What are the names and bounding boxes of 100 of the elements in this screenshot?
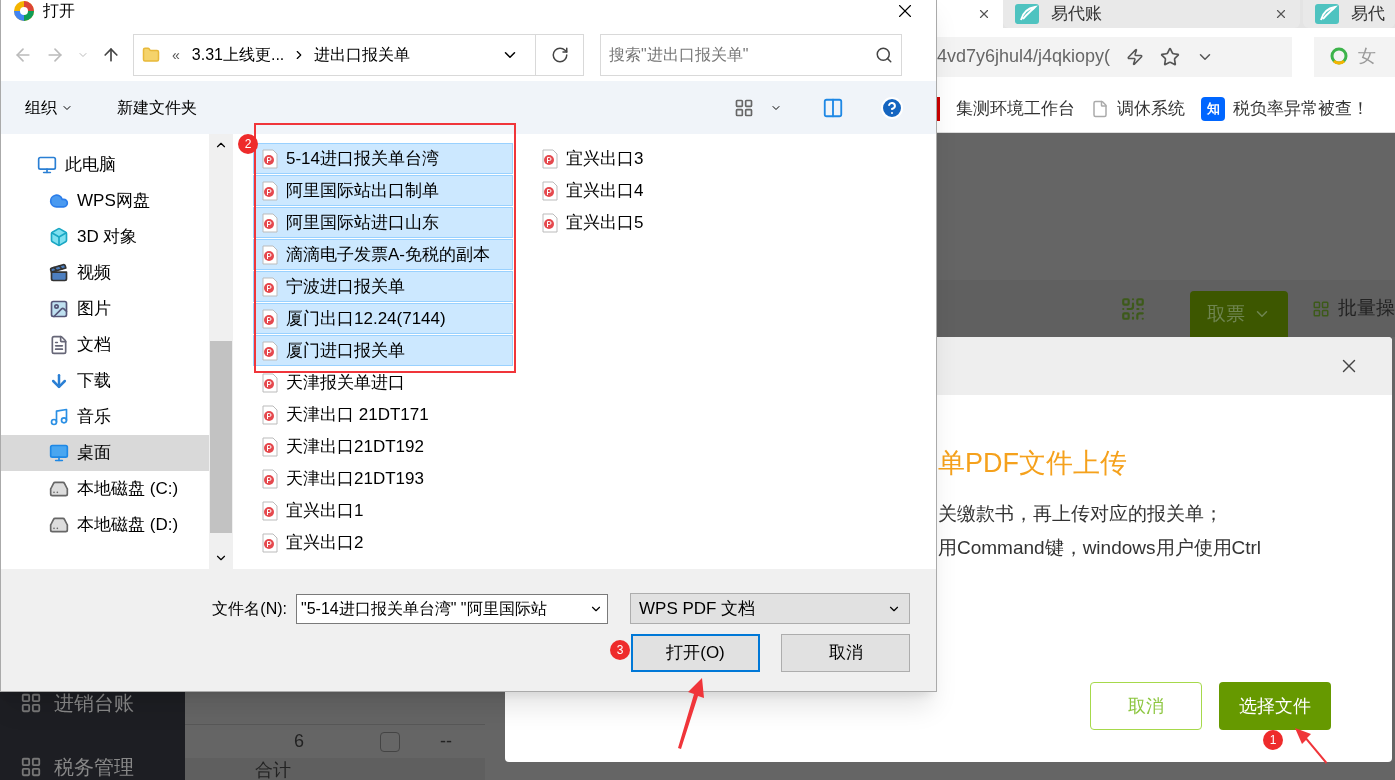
instruction-text: 用Command键，windows用户使用Ctrl <box>938 535 1263 560</box>
search-engine-logo-icon <box>1330 46 1350 67</box>
filename-label: 文件名(N): <box>211 598 288 619</box>
file-item[interactable]: 5-14进口报关单台湾 <box>253 143 513 174</box>
file-item[interactable]: 阿里国际站出口制单 <box>253 175 513 206</box>
close-tab-icon[interactable] <box>1274 7 1288 21</box>
cloud-icon <box>49 191 69 211</box>
arrow-annotation <box>1292 726 1328 766</box>
document-icon <box>49 335 69 355</box>
download-icon <box>49 371 69 391</box>
file-item[interactable]: 厦门进口报关单 <box>253 335 513 366</box>
open-button[interactable]: 打开(O) <box>631 634 760 672</box>
desktop-icon <box>49 443 69 463</box>
pdf-file-icon <box>262 468 278 489</box>
nav-item[interactable]: 文档 <box>1 327 209 363</box>
pdf-file-icon <box>262 500 278 521</box>
file-item[interactable]: 宜兴出口1 <box>253 495 513 526</box>
breadcrumb-item[interactable]: 3.31上线更... <box>191 43 285 67</box>
window-title: 打开 <box>43 1 75 21</box>
zhihu-logo-icon: 知 <box>1201 96 1225 121</box>
modal-title: 单PDF文件上传 <box>938 447 1128 480</box>
instruction-text: 关缴款书，再上传对应的报关单； <box>938 501 1224 526</box>
browser-tab[interactable]: 易代 <box>1303 0 1395 28</box>
menu-icon <box>20 692 42 714</box>
row-checkbox[interactable] <box>380 731 400 752</box>
pdf-file-icon <box>542 148 558 169</box>
pdf-file-icon <box>262 276 278 297</box>
drive-icon <box>49 479 69 499</box>
menu-icon <box>20 756 42 778</box>
nav-item[interactable]: 3D 对象 <box>1 219 209 255</box>
feather-logo-icon <box>1315 4 1339 24</box>
scrollbar[interactable] <box>209 134 233 569</box>
table-cell-text: -- <box>440 730 452 753</box>
pdf-file-icon <box>262 244 278 265</box>
new-folder-button[interactable]: 新建文件夹 <box>117 95 197 120</box>
file-item[interactable]: 天津出口21DT192 <box>253 431 513 462</box>
help-icon[interactable] <box>880 95 904 120</box>
nav-item[interactable]: 音乐 <box>1 399 209 435</box>
drive-icon <box>49 515 69 535</box>
pdf-file-icon <box>262 212 278 233</box>
nav-item[interactable]: 本地磁盘 (C:) <box>1 471 209 507</box>
file-item[interactable]: 天津出口 21DT171 <box>253 399 513 430</box>
address-bar[interactable]: « 3.31上线更... 进出口报关单 <box>133 34 584 76</box>
address-bar[interactable]: 4vd7y6jhul4/j4qkiopy( <box>937 36 1292 77</box>
file-item[interactable]: 天津出口21DT193 <box>253 463 513 494</box>
nav-item[interactable]: 图片 <box>1 291 209 327</box>
browser-tab[interactable]: 易代账 <box>1003 0 1300 28</box>
pdf-file-icon <box>262 404 278 425</box>
file-item[interactable]: 宜兴出口2 <box>253 527 513 558</box>
bookmark-star-icon[interactable] <box>1160 46 1181 67</box>
bookmark-item[interactable]: 调休系统 <box>1091 95 1185 122</box>
file-item[interactable]: 宁波进口报关单 <box>253 271 513 302</box>
pdf-file-icon <box>542 212 558 233</box>
film-icon <box>49 263 69 283</box>
music-note-icon <box>49 407 69 427</box>
pdf-file-icon <box>262 340 278 361</box>
nav-item[interactable]: 下载 <box>1 363 209 399</box>
page-icon <box>1091 99 1109 118</box>
cancel-button[interactable]: 取消 <box>781 634 910 672</box>
bookmark-item[interactable]: 集测环境工作台 <box>956 95 1075 122</box>
file-item[interactable]: 宜兴出口4 <box>533 175 793 206</box>
sidebar-item[interactable]: 税务管理 <box>0 754 185 780</box>
breadcrumb-overflow[interactable]: « <box>172 44 180 66</box>
file-item[interactable]: 宜兴出口3 <box>533 143 793 174</box>
feather-logo-icon <box>1015 4 1039 24</box>
computer-icon <box>37 155 57 175</box>
nav-item[interactable]: WPS网盘 <box>1 183 209 219</box>
pdf-file-icon <box>262 148 278 169</box>
file-type-select[interactable]: WPS PDF 文档 <box>630 593 910 624</box>
table-cell-text: 6 <box>294 730 305 753</box>
pdf-file-icon <box>262 436 278 457</box>
search-icon[interactable] <box>875 46 893 64</box>
cube-icon <box>49 227 69 247</box>
nav-item[interactable]: 桌面 <box>1 435 209 471</box>
view-options-icon[interactable] <box>734 97 754 118</box>
nav-item[interactable]: 本地磁盘 (D:) <box>1 507 209 543</box>
table-footer-cell-text: 合计 <box>254 760 291 780</box>
pdf-file-icon <box>262 308 278 329</box>
sidebar-item[interactable]: 进销台账 <box>0 690 185 716</box>
breadcrumb-item[interactable]: 进出口报关单 <box>314 43 411 67</box>
folder-icon <box>142 46 160 64</box>
nav-item[interactable]: 此电脑 <box>1 147 209 183</box>
preview-pane-icon[interactable] <box>822 96 844 119</box>
pdf-file-icon <box>262 372 278 393</box>
pdf-file-icon <box>262 532 278 553</box>
file-item[interactable]: 滴滴电子发票A-免税的副本 <box>253 239 513 270</box>
image-icon <box>49 299 69 319</box>
file-item[interactable]: 宜兴出口5 <box>533 207 793 238</box>
lightning-icon[interactable] <box>1126 47 1145 66</box>
organize-menu[interactable]: 组织 <box>25 95 73 120</box>
refresh-icon[interactable] <box>550 46 569 64</box>
grid-icon <box>1312 299 1330 318</box>
pdf-file-icon <box>262 180 278 201</box>
filename-field[interactable]: "5-14进口报关单台湾" "阿里国际站 <box>296 593 608 624</box>
file-item[interactable]: 厦门出口12.24(7144) <box>253 303 513 334</box>
search-field[interactable]: 搜索"进出口报关单" <box>600 34 902 76</box>
close-tab-icon[interactable] <box>977 7 991 21</box>
file-item[interactable]: 阿里国际站进口山东 <box>253 207 513 238</box>
bookmark-item[interactable]: 知 税负率异常被查！ <box>1201 95 1369 122</box>
nav-item[interactable]: 视频 <box>1 255 209 291</box>
